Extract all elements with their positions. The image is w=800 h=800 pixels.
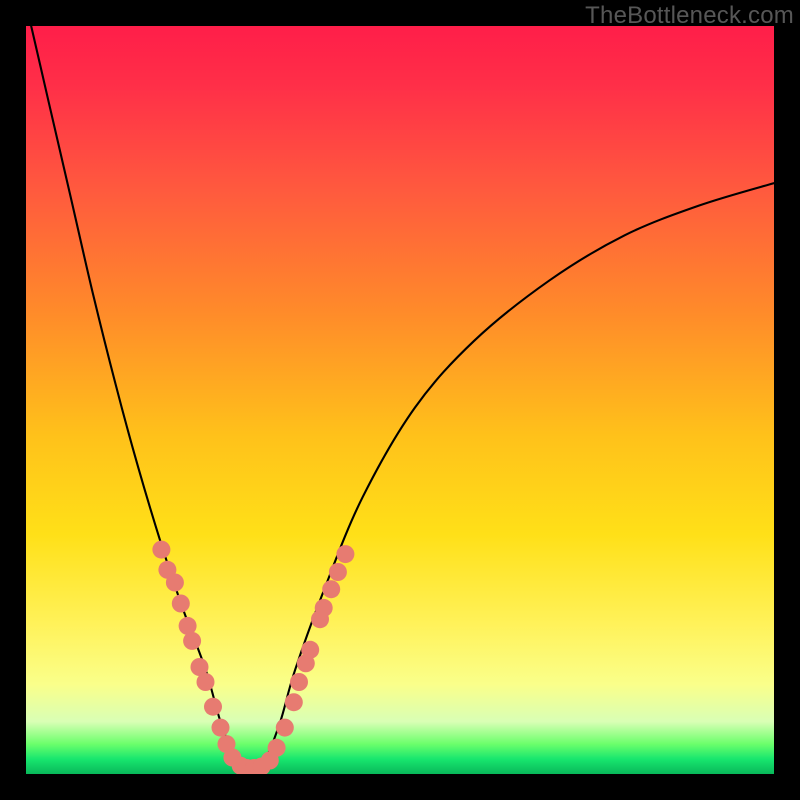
marker-cluster — [152, 541, 354, 774]
watermark-label: TheBottleneck.com — [585, 2, 794, 30]
data-marker — [290, 673, 308, 691]
data-marker — [285, 693, 303, 711]
data-marker — [212, 719, 230, 737]
data-marker — [336, 545, 354, 563]
curve-layer — [26, 26, 774, 774]
data-marker — [183, 632, 201, 650]
chart-frame: TheBottleneck.com — [0, 0, 800, 800]
plot-area — [26, 26, 774, 774]
data-marker — [152, 541, 170, 559]
data-marker — [315, 599, 333, 617]
data-marker — [301, 641, 319, 659]
data-marker — [268, 739, 286, 757]
data-marker — [204, 698, 222, 716]
data-marker — [329, 563, 347, 581]
data-marker — [197, 673, 215, 691]
data-marker — [322, 580, 340, 598]
bottleneck-curve — [26, 26, 774, 774]
data-marker — [276, 719, 294, 737]
data-marker — [166, 574, 184, 592]
data-marker — [172, 595, 190, 613]
